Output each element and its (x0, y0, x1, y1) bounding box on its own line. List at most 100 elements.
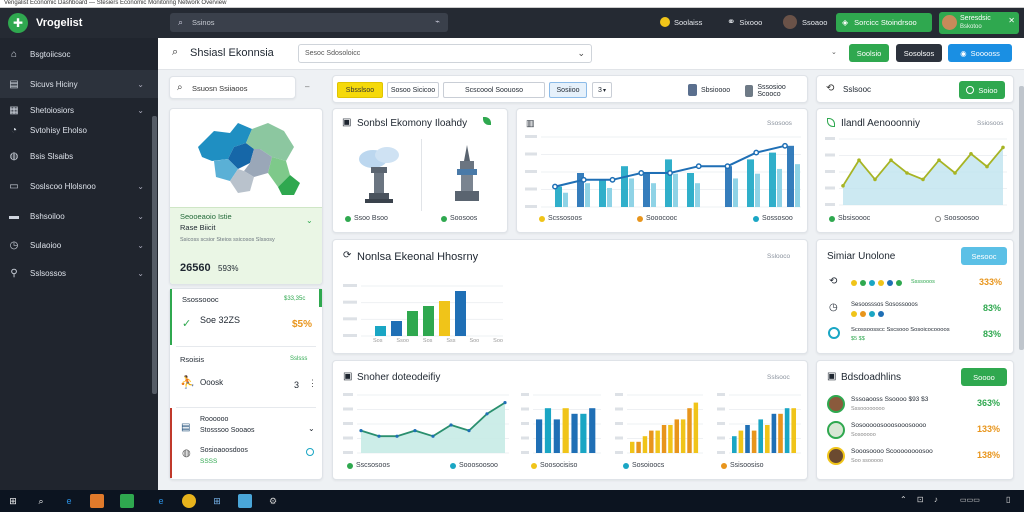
area-fill (843, 147, 1003, 205)
chevron-down-icon[interactable]: ⌄ (308, 424, 315, 433)
filter-chip-4[interactable]: Sosiioo (549, 82, 587, 98)
area-legend-1-label: Sbsisoooc (838, 215, 871, 222)
axis-tick-label (521, 407, 529, 411)
axis-tick-label (343, 334, 357, 337)
chat-icon[interactable] (120, 494, 134, 508)
header-dark-button[interactable]: Sosolsos (896, 44, 942, 62)
region-map (198, 123, 300, 195)
global-search[interactable]: ⌕ Ssinos ⌁ (170, 13, 448, 32)
sidebar-item-7[interactable]: ◷ Sulaoioo ⌄ (0, 231, 158, 259)
axis-tick-label (525, 135, 537, 138)
edge-icon[interactable]: e (154, 494, 168, 508)
filter-chip-5[interactable]: 3 ▾ (592, 82, 612, 98)
check-icon (966, 86, 975, 94)
people-button[interactable]: Soooo (961, 368, 1007, 386)
sidebar-item-1[interactable]: ▤ Sicuvs Hiciny ⌄ (0, 70, 158, 98)
list-item-3[interactable]: Roooooo ▤ Stosssoo Sooaos ⌄ ◍ Sosioaoosd… (170, 408, 322, 478)
history-icon: ⟲ (826, 83, 835, 94)
settings-icon[interactable]: ⚙ (266, 494, 280, 508)
sidebar-item-6[interactable]: ▬ Bshsoiloo ⌄ (0, 202, 158, 230)
people-row-3[interactable]: Sooosoooo Scoooooooosoo Soo ssooooo 138% (817, 445, 1015, 471)
sidebar-item-label: Sulaoioo (30, 240, 62, 250)
window-icon[interactable] (238, 494, 252, 508)
mini-bar (642, 436, 648, 453)
right-head-button[interactable]: Soioo (959, 81, 1005, 99)
top-green-button[interactable]: ◈ Sorcicc Stoindrsoo (836, 13, 932, 32)
combo-legend-3: Sossosoo (753, 215, 793, 222)
activity-point (413, 429, 417, 433)
mini-bar (791, 408, 797, 453)
sidebar-item-5[interactable]: ▭ Soslscoo Hlolsnoo ⌄ (0, 172, 158, 200)
radio-icon[interactable] (306, 448, 314, 456)
combo-bar (599, 179, 606, 207)
tick-label: Soo (469, 338, 480, 344)
table-icon: ▤ (181, 422, 191, 433)
user-profile[interactable]: Seresdsic Bskotoo ✕ (939, 12, 1019, 34)
filter-chip-2[interactable]: Sosoo Sicicoo (387, 82, 439, 98)
close-icon[interactable]: ✕ (1008, 16, 1015, 25)
filter-user-1[interactable]: Sbsioooo (688, 84, 730, 96)
tick-label: Sss (446, 338, 456, 344)
avatar (827, 447, 845, 465)
landmarks-legend-1: Ssoo Bsoo (345, 215, 388, 222)
top-item-1[interactable]: Soolaiss (660, 17, 702, 27)
header-blue-button[interactable]: ◉ Sooooss (948, 44, 1012, 62)
top-item-3[interactable]: Ssoaoo (783, 15, 827, 29)
search-icon[interactable]: ⌕ (34, 494, 48, 508)
tower-illustration-2 (455, 145, 479, 201)
people-row-2[interactable]: Sosooooosooosooosoooo Sosooooo 133% (817, 419, 1015, 445)
filter-user-2[interactable]: Sssosioo Scooco (745, 84, 807, 98)
minus-icon[interactable]: – (305, 82, 309, 91)
right-head-card: ⟲ Sslsooc Soioo (816, 75, 1014, 103)
notification-icon[interactable]: ▯ (1006, 495, 1010, 504)
mini-bar (693, 402, 699, 453)
sidebar-item-8[interactable]: ⚲ Sslsossos ⌄ (0, 259, 158, 287)
left-search-input[interactable]: Ssuosn Ssiiaoos (192, 84, 247, 93)
people-row-1-sub: Sssoooooooo (851, 406, 885, 412)
header-green-button[interactable]: Soolsio (849, 44, 889, 62)
sidebar-item-3[interactable]: ◔ Svtohisy Eholso (0, 116, 158, 144)
tray-icons[interactable]: ⌃ ⊡ ♪ (900, 495, 942, 504)
people-row-1[interactable]: Sssoaooss Ssoooo $93 $3 Sssoooooooo 363% (817, 393, 1015, 419)
start-icon[interactable]: ⊞ (6, 494, 20, 508)
axis-tick-label (717, 436, 725, 440)
left-search-box[interactable]: ⌕ Ssuosn Ssiiaoos (169, 76, 296, 99)
header-select[interactable]: Sesoc Sdosoloicc ⌄ (298, 44, 592, 63)
mini-bar (649, 430, 654, 453)
similar-row-3[interactable]: Scossoosscc Sscsooo Sosoicocoooos $5 $$ … (817, 324, 1015, 350)
more-icon[interactable]: ⋮ (308, 378, 317, 389)
area-point (937, 158, 941, 162)
top-item-3-label: Ssoaoo (802, 17, 828, 27)
similar-button[interactable]: Sesooc (961, 247, 1007, 265)
sidebar-item-0[interactable]: ⌂ Bsgtoiicsoc (0, 40, 158, 68)
list-item-2[interactable]: Rsoisis Sslsss ⛹ Ooosk 3 ⋮ (170, 347, 322, 407)
area-point (953, 171, 957, 175)
sidebar-item-4[interactable]: ◍ Bsis Slsaibs (0, 142, 158, 170)
apps-icon[interactable]: ⊞ (210, 494, 224, 508)
files-icon[interactable] (90, 494, 104, 508)
chrome-icon[interactable] (182, 494, 196, 508)
global-search-input[interactable]: Ssinos (192, 18, 215, 27)
app-logo-icon[interactable]: ✚ (8, 13, 28, 33)
browser-icon[interactable]: e (62, 494, 76, 508)
people-row-2-sub: Sosooooo (851, 432, 876, 438)
similar-row-2[interactable]: ◷ Sesoosssos Sosossooos 83% (817, 298, 1015, 322)
main-scrollbar[interactable] (1019, 86, 1024, 350)
combo-bar (755, 173, 760, 207)
avatar (745, 85, 754, 97)
chevron-down-icon[interactable]: ⌄ (831, 48, 837, 56)
list-item-1[interactable]: Ssossoooc $33,35c ✓ Soe 32ZS $5% (170, 289, 322, 345)
similar-card: Simiar Unolone Sesooc ⟲ Ssssooos 333% ◷ … (816, 239, 1014, 354)
map-percent: 593% (218, 264, 239, 273)
combo-bar (673, 173, 678, 207)
similar-title: Simiar Unolone (827, 251, 896, 262)
area-point (969, 152, 973, 156)
chevron-down-icon[interactable]: ⌄ (306, 216, 313, 225)
sidebar-scrollbar[interactable] (152, 116, 157, 394)
axis-tick-label (343, 284, 357, 287)
filter-chip-active[interactable]: Sbsslsoo (337, 82, 383, 98)
similar-row-1[interactable]: ⟲ Ssssooos 333% (817, 272, 1015, 296)
filter-chip-3[interactable]: Scscoool Soouoso (443, 82, 545, 98)
top-item-2[interactable]: ⚭ Sixooo (727, 17, 762, 28)
mic-icon[interactable]: ⌁ (435, 17, 440, 26)
